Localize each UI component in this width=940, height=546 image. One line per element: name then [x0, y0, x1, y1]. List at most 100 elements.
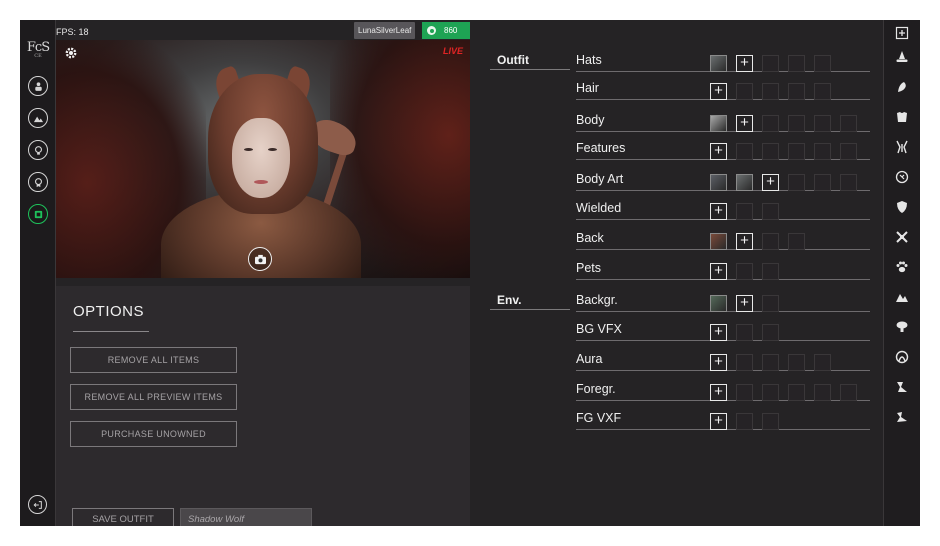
empty-slot[interactable] [840, 174, 857, 191]
empty-slot[interactable] [762, 413, 779, 430]
empty-slot[interactable] [814, 143, 831, 160]
purchase-unowned-button[interactable]: PURCHASE UNOWNED [70, 421, 237, 447]
body-art-icon[interactable] [895, 170, 909, 184]
category-row: Hats + [576, 44, 870, 72]
category-label: Body [576, 113, 605, 127]
empty-slot[interactable] [788, 55, 805, 72]
empty-slot[interactable] [840, 384, 857, 401]
empty-slot[interactable] [736, 203, 753, 220]
empty-slot[interactable] [814, 83, 831, 100]
avatar-eye-right [268, 148, 277, 151]
add-item-button[interactable]: + [710, 263, 727, 280]
add-item-button[interactable]: + [736, 55, 753, 72]
save-outfit-button[interactable]: SAVE OUTFIT [72, 508, 174, 526]
category-label: Wielded [576, 201, 622, 215]
empty-slot[interactable] [736, 263, 753, 280]
empty-slot[interactable] [736, 354, 753, 371]
empty-slot[interactable] [762, 143, 779, 160]
empty-slot[interactable] [814, 354, 831, 371]
add-item-button[interactable]: + [710, 324, 727, 341]
empty-slot[interactable] [736, 384, 753, 401]
app-window: FcS CE FPS: 18 LunaSilverLeaf 860 LIVE O… [20, 20, 920, 526]
add-item-button[interactable]: + [736, 295, 753, 312]
camera-icon[interactable] [248, 247, 272, 271]
empty-slot[interactable] [762, 384, 779, 401]
category-label: Foregr. [576, 382, 616, 396]
add-item-button[interactable]: + [710, 384, 727, 401]
empty-slot[interactable] [814, 55, 831, 72]
empty-slot[interactable] [736, 83, 753, 100]
item-thumbnail[interactable] [710, 295, 727, 312]
features-icon[interactable] [895, 140, 909, 154]
empty-slot[interactable] [788, 354, 805, 371]
empty-slot[interactable] [736, 413, 753, 430]
empty-slot[interactable] [814, 174, 831, 191]
empty-slot[interactable] [762, 263, 779, 280]
background-icon[interactable] [895, 290, 909, 304]
empty-slot[interactable] [788, 174, 805, 191]
pet-paw-icon[interactable] [895, 260, 909, 274]
item-thumbnail[interactable] [710, 55, 727, 72]
item-thumbnail[interactable] [710, 115, 727, 132]
category-label: Back [576, 231, 604, 245]
hat-icon[interactable] [895, 50, 909, 64]
empty-slot[interactable] [788, 384, 805, 401]
empty-slot[interactable] [762, 295, 779, 312]
live-badge: LIVE [442, 46, 463, 56]
empty-slot[interactable] [762, 233, 779, 250]
empty-slot[interactable] [762, 354, 779, 371]
empty-slot[interactable] [736, 143, 753, 160]
add-item-button[interactable]: + [736, 233, 753, 250]
username-badge[interactable]: LunaSilverLeaf [354, 22, 416, 39]
wielded-icon[interactable] [895, 230, 909, 244]
landscape-icon[interactable] [28, 108, 48, 128]
item-thumbnail[interactable] [736, 174, 753, 191]
group-outfit-divider [490, 69, 570, 70]
character-icon[interactable] [28, 76, 48, 96]
add-item-button[interactable]: + [710, 143, 727, 160]
foreground-icon[interactable] [895, 380, 909, 394]
empty-slot[interactable] [736, 324, 753, 341]
group-env-label: Env. [497, 293, 522, 307]
left-rail: FcS CE [20, 20, 56, 526]
item-thumbnail[interactable] [710, 174, 727, 191]
add-item-button[interactable]: + [710, 354, 727, 371]
empty-slot[interactable] [762, 83, 779, 100]
lightbulb-icon[interactable] [28, 140, 48, 160]
logout-icon[interactable] [28, 495, 47, 514]
inventory-icon[interactable] [28, 204, 48, 224]
empty-slot[interactable] [762, 55, 779, 72]
empty-slot[interactable] [762, 324, 779, 341]
remove-all-preview-items-button[interactable]: REMOVE ALL PREVIEW ITEMS [70, 384, 237, 410]
empty-slot[interactable] [762, 203, 779, 220]
item-thumbnail[interactable] [710, 233, 727, 250]
category-row: Back + [576, 222, 870, 250]
empty-slot[interactable] [840, 115, 857, 132]
add-icon[interactable] [895, 26, 909, 40]
empty-slot[interactable] [788, 115, 805, 132]
shield-icon[interactable] [895, 200, 909, 214]
empty-slot[interactable] [814, 384, 831, 401]
add-item-button[interactable]: + [710, 413, 727, 430]
add-item-button[interactable]: + [710, 83, 727, 100]
remove-all-items-button[interactable]: REMOVE ALL ITEMS [70, 347, 237, 373]
add-item-button[interactable]: + [762, 174, 779, 191]
empty-slot[interactable] [788, 83, 805, 100]
empty-slot[interactable] [788, 233, 805, 250]
add-item-button[interactable]: + [736, 115, 753, 132]
body-icon[interactable] [895, 110, 909, 124]
vfx-icon[interactable] [895, 320, 909, 334]
currency-badge[interactable]: 860 [422, 22, 470, 39]
aura-icon[interactable] [895, 350, 909, 364]
add-item-button[interactable]: + [710, 203, 727, 220]
hair-icon[interactable] [895, 80, 909, 94]
empty-slot[interactable] [762, 115, 779, 132]
badge-icon[interactable] [28, 172, 48, 192]
empty-slot[interactable] [788, 143, 805, 160]
empty-slot[interactable] [814, 115, 831, 132]
fg-vfx-icon[interactable] [895, 410, 909, 424]
gear-icon[interactable] [64, 46, 78, 60]
outfit-name-input[interactable]: Shadow Wolf [180, 508, 312, 526]
empty-slot[interactable] [840, 143, 857, 160]
category-label: Hats [576, 53, 602, 67]
